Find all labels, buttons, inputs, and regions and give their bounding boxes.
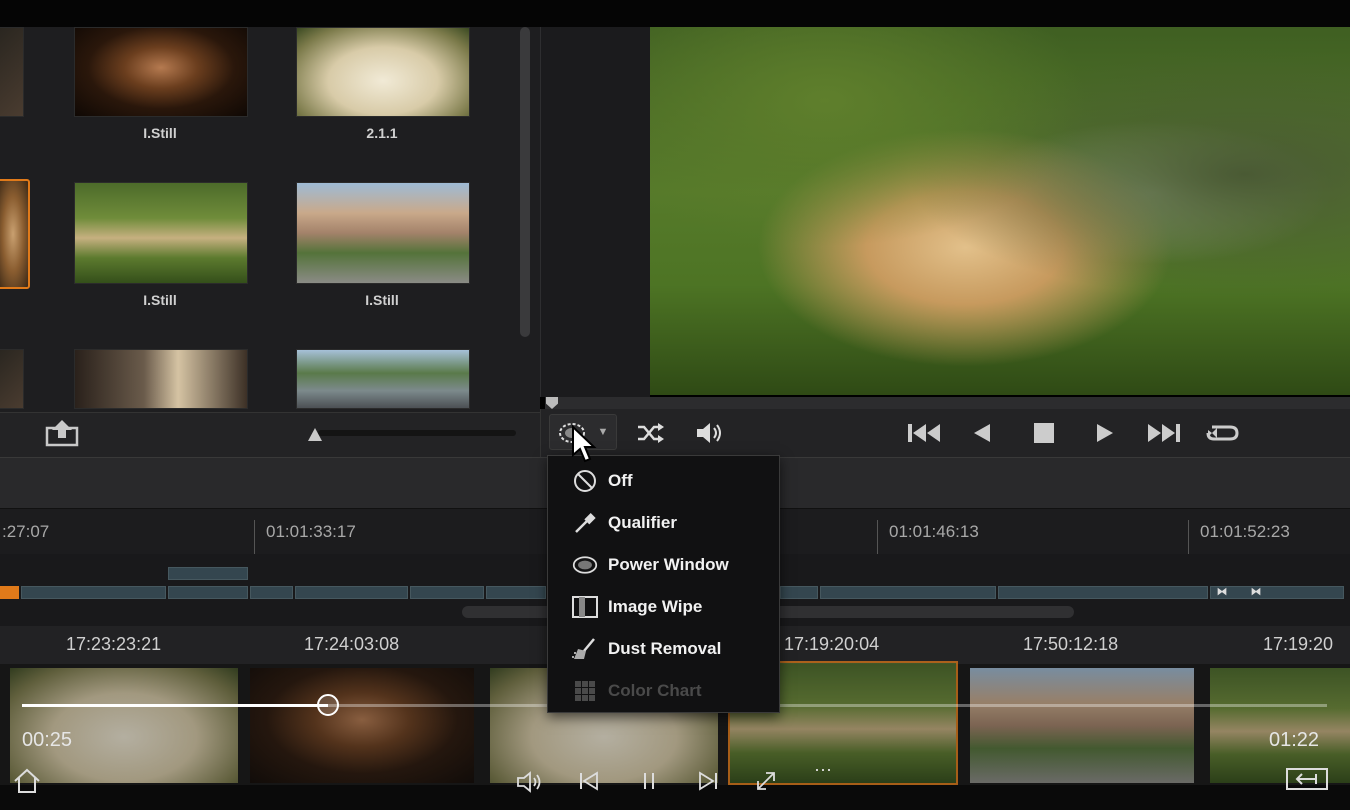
pause-icon[interactable]: [640, 770, 658, 798]
mouse-cursor-icon: [571, 424, 597, 465]
clip-timecode: 17:24:03:08: [304, 634, 400, 654]
player-bottom-bar: [0, 785, 1350, 810]
gallery-thumb[interactable]: [74, 349, 248, 409]
viewer-image: [650, 27, 1350, 395]
timeline-clip[interactable]: [998, 586, 1208, 599]
menu-item-label: Off: [608, 471, 633, 490]
go-to-last-icon[interactable]: [1143, 420, 1183, 446]
menu-item-image-wipe[interactable]: Image Wipe: [548, 586, 781, 628]
clip-thumbnail[interactable]: [970, 668, 1194, 783]
timeline-clip[interactable]: [820, 586, 996, 599]
chevron-down-icon[interactable]: ▼: [596, 424, 610, 440]
player-remaining-time: 01:22: [1269, 729, 1320, 751]
gallery-panel: I.Still 2.1.1 I.Still I.Still: [0, 27, 540, 412]
home-icon[interactable]: [12, 767, 42, 801]
loop-icon[interactable]: [1203, 420, 1241, 446]
player-progress-knob[interactable]: [317, 694, 339, 716]
gallery-thumb-partial[interactable]: [0, 27, 24, 117]
timeline-clip[interactable]: [780, 586, 818, 599]
menu-item-label: Qualifier: [608, 513, 677, 532]
play-icon[interactable]: [1093, 420, 1117, 446]
next-icon[interactable]: [697, 770, 719, 798]
clip-thumbnail[interactable]: [1210, 668, 1350, 783]
menu-item-qualifier[interactable]: Qualifier: [548, 502, 781, 544]
timeline-clip[interactable]: [486, 586, 546, 599]
ruler-timecode: 01:01:52:23: [1200, 522, 1290, 541]
clip-timecode: 17:19:20:04: [784, 634, 880, 654]
player-progress-fill: [22, 704, 328, 707]
menu-item-label: Power Window: [608, 555, 729, 574]
timeline-clip[interactable]: [250, 586, 293, 599]
volume-icon[interactable]: [694, 419, 724, 447]
gallery-scrollbar[interactable]: [520, 27, 530, 337]
timeline-clip[interactable]: [295, 586, 408, 599]
menu-item-label: Dust Removal: [608, 639, 722, 658]
fullscreen-icon[interactable]: [755, 770, 777, 798]
clip-timecode: 17:50:12:18: [1023, 634, 1119, 654]
gallery-thumb-still-2[interactable]: [74, 182, 248, 284]
ruler-timecode: :27:07: [2, 522, 50, 541]
timeline-clip[interactable]: [168, 586, 248, 599]
shuffle-icon[interactable]: [634, 419, 666, 447]
gallery-thumb-partial[interactable]: [0, 349, 24, 409]
gallery-thumb-still-1[interactable]: [74, 27, 248, 117]
upload-icon[interactable]: [44, 418, 80, 448]
ruler-timecode: 01:01:46:13: [889, 522, 979, 541]
menu-item-power-window[interactable]: Power Window: [548, 544, 781, 586]
menu-item-off[interactable]: Off: [548, 460, 781, 502]
player-elapsed-time: 00:25: [22, 729, 73, 751]
menu-item-label: Image Wipe: [608, 597, 703, 616]
timeline-clip[interactable]: [410, 586, 484, 599]
dust-removal-icon: [572, 636, 598, 662]
off-icon: [572, 468, 598, 494]
gallery-thumb-2-1-1[interactable]: [296, 27, 470, 117]
power-window-icon: [572, 552, 598, 578]
ruler-tick: [254, 520, 255, 558]
timeline-clip-current[interactable]: [0, 586, 19, 599]
gallery-label: I.Still: [143, 125, 177, 141]
zoom-slider[interactable]: [318, 430, 516, 436]
stop-icon[interactable]: [1032, 421, 1056, 445]
gallery-thumb-still-3[interactable]: [296, 182, 470, 284]
viewer-side-panel: [540, 27, 650, 397]
volume-icon[interactable]: [516, 770, 544, 800]
menu-item-label: Color Chart: [608, 681, 702, 700]
clip-thumbnail[interactable]: [250, 668, 474, 783]
qualifier-icon: [572, 510, 598, 536]
menu-item-color-chart: Color Chart: [548, 670, 781, 712]
gallery-label: I.Still: [143, 292, 177, 308]
transition-icon[interactable]: ⧓: [1212, 585, 1232, 599]
image-wipe-icon: [572, 594, 598, 620]
ruler-tick: [1188, 520, 1189, 558]
more-icon[interactable]: ⋯: [814, 760, 832, 781]
timeline-clip[interactable]: [21, 586, 166, 599]
menu-item-dust-removal[interactable]: Dust Removal: [548, 628, 781, 670]
transition-icon[interactable]: ⧓: [1246, 585, 1266, 599]
gallery-label: I.Still: [365, 292, 399, 308]
viewer-scrubber[interactable]: [545, 397, 1350, 409]
gallery-thumb[interactable]: [296, 349, 470, 409]
go-to-first-icon[interactable]: [905, 420, 945, 446]
color-chart-icon: [572, 678, 598, 704]
top-bar: [0, 0, 1350, 27]
timeline-clip[interactable]: [168, 567, 248, 580]
clip-thumbnail[interactable]: [10, 668, 238, 783]
highlight-mode-menu: Off Qualifier Power Window Image Wipe Du…: [547, 455, 780, 713]
ruler-tick: [877, 520, 878, 558]
gallery-thumb-selected[interactable]: [0, 179, 30, 289]
ruler-timecode: 01:01:33:17: [266, 522, 356, 541]
gallery-label: 2.1.1: [366, 125, 398, 141]
reverse-icon[interactable]: [970, 420, 994, 446]
clip-timecode: 17:23:23:21: [66, 634, 162, 654]
exit-icon[interactable]: [1286, 767, 1328, 797]
clip-timecode: 17:19:20: [1263, 634, 1334, 654]
previous-icon[interactable]: [578, 770, 600, 798]
